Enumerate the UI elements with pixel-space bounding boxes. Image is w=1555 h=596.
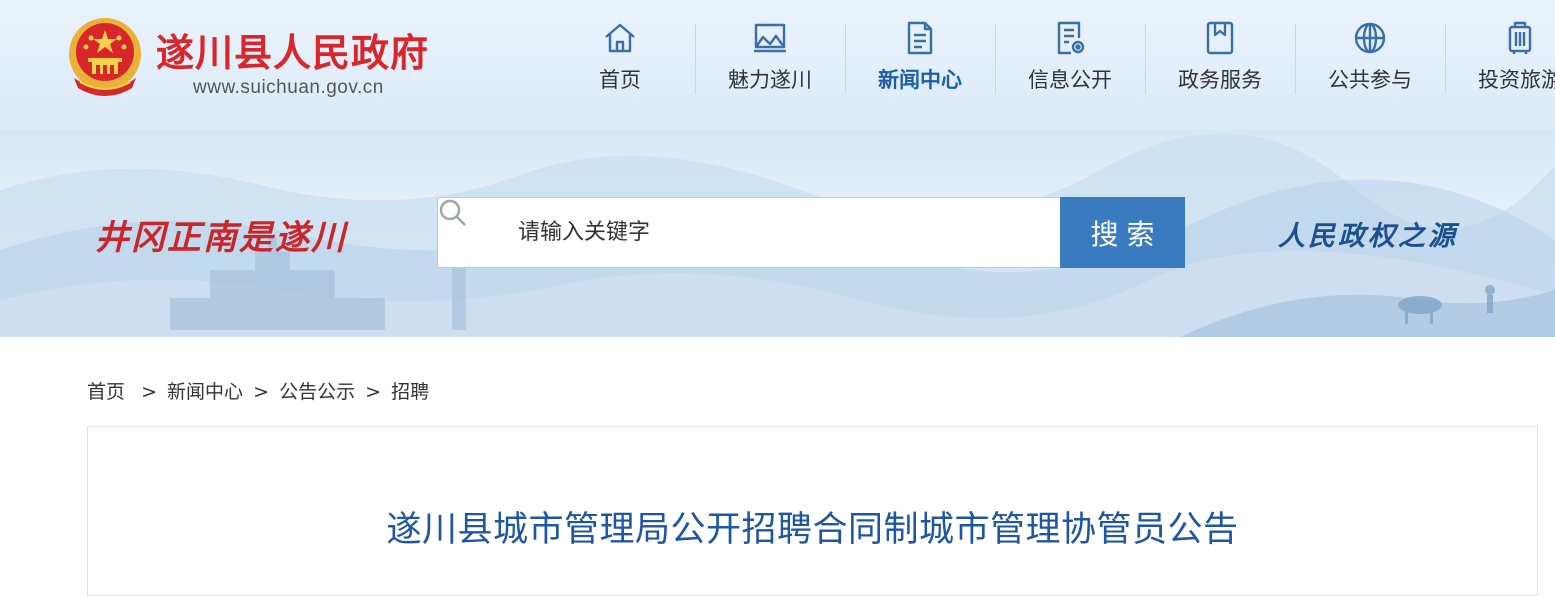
breadcrumb-announcements[interactable]: 公告公示 <box>279 377 355 404</box>
article-title: 遂川县城市管理局公开招聘合同制城市管理协管员公告 <box>386 510 1239 550</box>
nav-label: 公共参与 <box>1328 68 1412 92</box>
slogan-left: 井冈正南是遂川 <box>95 218 347 258</box>
search-button[interactable]: 搜索 <box>1060 197 1185 268</box>
article-panel: 遂川县城市管理局公开招聘合同制城市管理协管员公告 <box>87 426 1538 596</box>
landscape-frame-icon <box>754 23 786 53</box>
breadcrumb-separator: > <box>253 381 270 403</box>
nav-item-news-center[interactable]: 新闻中心 <box>845 20 995 96</box>
document-icon <box>907 21 933 55</box>
document-gear-icon <box>1057 21 1085 55</box>
bookmark-icon <box>1206 21 1234 55</box>
nav-label: 首页 <box>599 68 641 92</box>
breadcrumb-recruitment[interactable]: 招聘 <box>391 377 429 404</box>
breadcrumb-home[interactable]: 首页 <box>87 377 125 404</box>
breadcrumb-separator: > <box>141 381 157 403</box>
breadcrumb-news-center[interactable]: 新闻中心 <box>167 377 243 404</box>
search-input[interactable] <box>518 198 1038 267</box>
breadcrumb-separator: > <box>365 381 382 403</box>
search-box <box>437 197 1062 268</box>
nav-item-gov-service[interactable]: 政务服务 <box>1145 20 1295 96</box>
national-emblem-icon[interactable] <box>66 16 144 100</box>
site-header: 遂川县人民政府 www.suichuan.gov.cn 首页 魅力遂川 新闻中心… <box>0 0 1555 130</box>
site-url: www.suichuan.gov.cn <box>193 77 384 98</box>
nav-label: 信息公开 <box>1028 68 1112 92</box>
breadcrumb: 首页 > 新闻中心 > 公告公示 > 招聘 <box>87 377 429 404</box>
main-nav: 首页 魅力遂川 新闻中心 信息公开 政务服务 公共参与 投资旅游 <box>545 20 1555 100</box>
search-icon <box>439 199 466 226</box>
nav-item-charm-suichuan[interactable]: 魅力遂川 <box>695 20 845 96</box>
home-icon <box>605 23 635 53</box>
globe-icon <box>1354 22 1386 54</box>
nav-label: 投资旅游 <box>1478 68 1555 92</box>
nav-label: 魅力遂川 <box>728 68 812 92</box>
hero-banner: 井冈正南是遂川 搜索 人民政权之源 <box>0 130 1555 337</box>
nav-item-home[interactable]: 首页 <box>545 20 695 96</box>
site-title[interactable]: 遂川县人民政府 <box>156 22 429 77</box>
slogan-right: 人民政权之源 <box>1278 221 1458 252</box>
nav-item-info-disclosure[interactable]: 信息公开 <box>995 20 1145 96</box>
nav-item-investment-tourism[interactable]: 投资旅游 <box>1445 20 1555 96</box>
nav-label: 政务服务 <box>1178 68 1262 92</box>
nav-label: 新闻中心 <box>878 68 962 92</box>
luggage-icon <box>1508 21 1532 54</box>
nav-item-public-participation[interactable]: 公共参与 <box>1295 20 1445 96</box>
